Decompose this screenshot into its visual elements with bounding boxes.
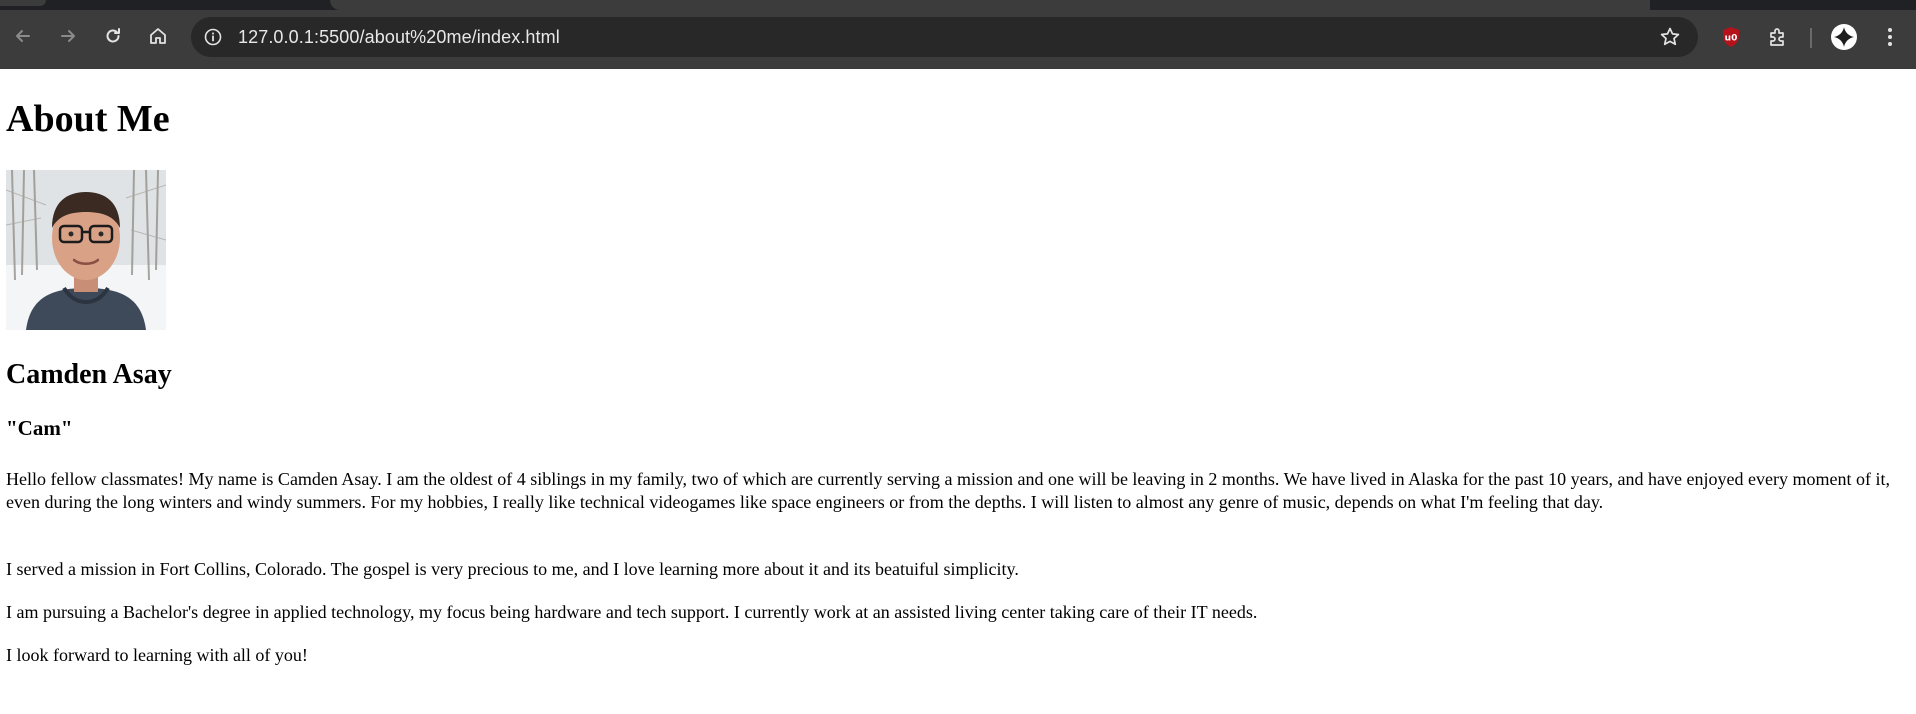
kebab-menu-icon [1888, 28, 1892, 46]
star-icon [1660, 27, 1680, 46]
home-button[interactable] [141, 19, 175, 53]
back-button[interactable] [6, 19, 40, 53]
page-content: About Me Camden Asay "Cam" Hello fellow … [0, 69, 1916, 714]
toolbar-divider [1810, 28, 1812, 48]
bio-paragraph-education: I am pursuing a Bachelor's degree in app… [6, 602, 1258, 622]
gemini-button[interactable] [1829, 22, 1859, 52]
svg-text:u0: u0 [1725, 34, 1738, 44]
bio-paragraph-mission: I served a mission in Fort Collins, Colo… [6, 559, 1019, 579]
arrow-right-icon [61, 30, 75, 42]
nickname: "Cam" [6, 416, 73, 440]
profile-photo-illustration [6, 170, 166, 330]
person-name: Camden Asay [6, 359, 172, 390]
browser-chrome: 127.0.0.1:5500/about%20me/index.html u0 [0, 0, 1916, 69]
active-tab-edge[interactable] [330, 0, 1650, 10]
bio-paragraph-intro: Hello fellow classmates! My name is Camd… [6, 469, 1890, 512]
home-icon [150, 28, 166, 44]
ublock-extension-button[interactable]: u0 [1716, 22, 1746, 52]
bookmark-star-button[interactable] [1658, 25, 1682, 49]
page-title: About Me [6, 98, 170, 140]
reload-icon [106, 28, 120, 43]
tab-edge[interactable] [0, 0, 46, 6]
bio-paragraph-closing: I look forward to learning with all of y… [6, 645, 308, 665]
tab-strip [0, 0, 1916, 10]
profile-photo [6, 170, 166, 330]
reload-button[interactable] [96, 19, 130, 53]
ublock-shield-icon: u0 [1723, 27, 1739, 47]
info-icon [204, 28, 222, 46]
puzzle-icon [1770, 28, 1784, 46]
url-text[interactable]: 127.0.0.1:5500/about%20me/index.html [238, 17, 560, 57]
sparkle-icon [1831, 24, 1857, 50]
site-info-button[interactable] [199, 23, 227, 51]
extensions-button[interactable] [1763, 22, 1793, 52]
browser-menu-button[interactable] [1875, 22, 1905, 52]
forward-button[interactable] [51, 19, 85, 53]
browser-toolbar: 127.0.0.1:5500/about%20me/index.html u0 [0, 10, 1916, 69]
address-bar[interactable]: 127.0.0.1:5500/about%20me/index.html [191, 17, 1698, 57]
arrow-left-icon [16, 30, 30, 42]
